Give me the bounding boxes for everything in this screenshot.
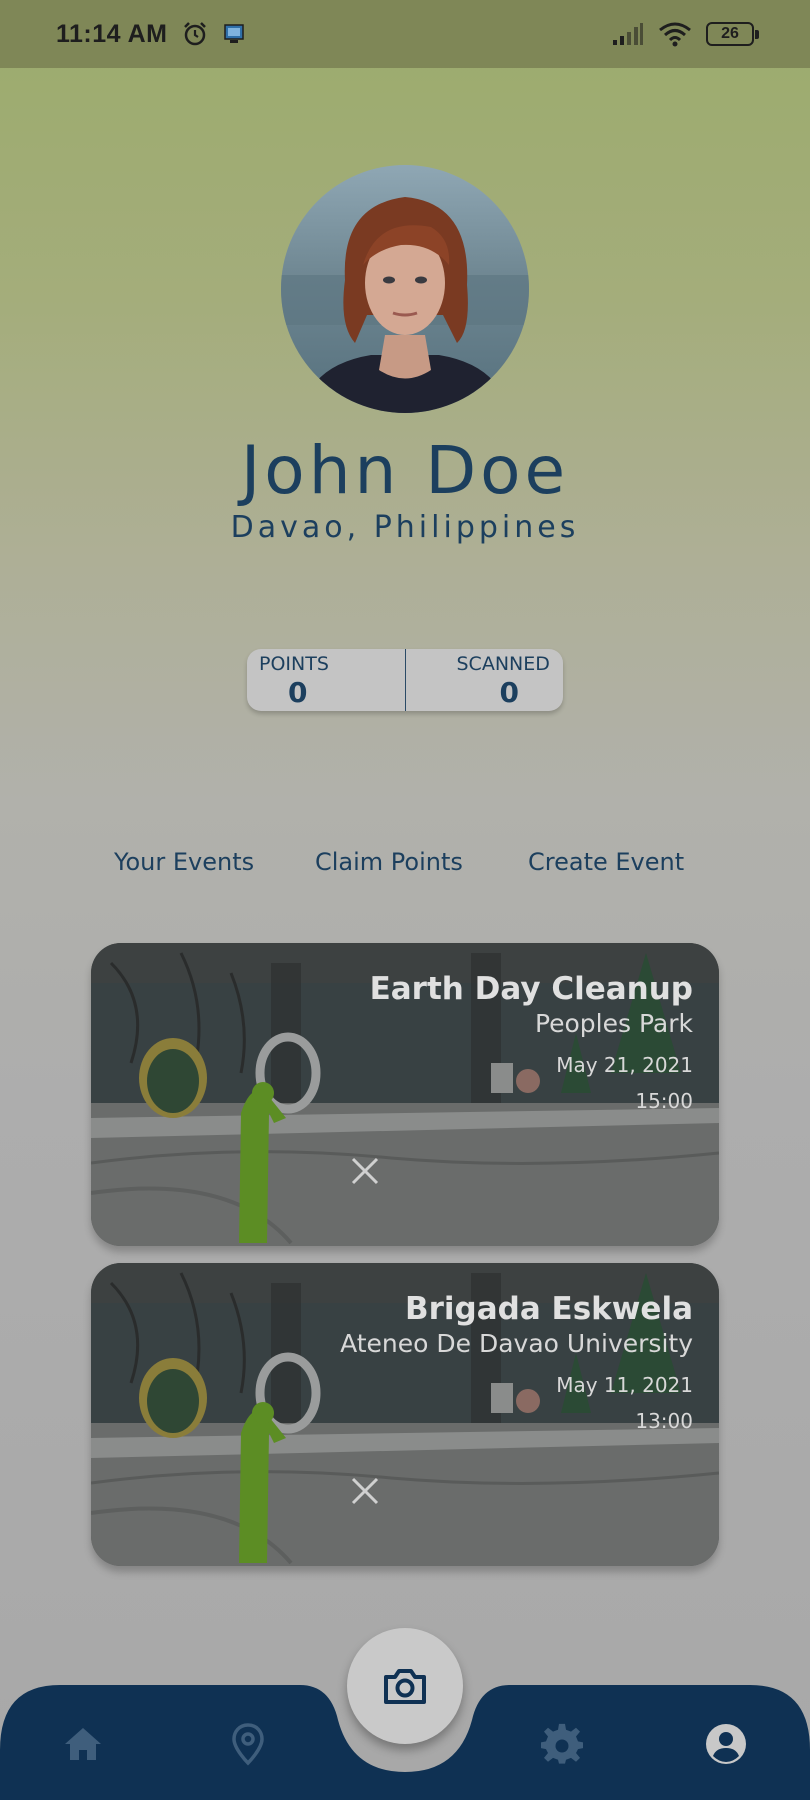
- wifi-icon: [659, 22, 691, 47]
- event-time: 13:00: [635, 1409, 693, 1433]
- home-icon[interactable]: [61, 1722, 105, 1766]
- status-bar: 11:14 AM 26: [0, 0, 810, 68]
- points-stat: POINTS 0: [247, 649, 405, 711]
- profile-avatar: [281, 165, 529, 413]
- status-left: 11:14 AM: [56, 20, 245, 49]
- event-card[interactable]: Brigada Eskwela Ateneo De Davao Universi…: [91, 1263, 719, 1566]
- points-label: POINTS: [259, 653, 329, 675]
- profile-location: Davao, Philippines: [230, 510, 580, 545]
- event-card[interactable]: Earth Day Cleanup Peoples Park May 21, 2…: [91, 943, 719, 1246]
- claim-points-link[interactable]: Claim Points: [315, 848, 463, 876]
- status-time: 11:14 AM: [56, 19, 168, 48]
- profile-links: Your Events Claim Points Create Event: [0, 848, 810, 888]
- status-right: 26: [612, 21, 759, 47]
- stats-card: POINTS 0 SCANNED 0: [247, 649, 563, 711]
- gear-icon[interactable]: [540, 1722, 584, 1766]
- notification-app-icon: [224, 24, 245, 43]
- event-place: Peoples Park: [534, 1009, 693, 1038]
- camera-button[interactable]: [347, 1628, 463, 1744]
- create-event-link[interactable]: Create Event: [528, 848, 684, 876]
- event-place: Ateneo De Davao University: [340, 1329, 693, 1358]
- close-icon[interactable]: [347, 1153, 383, 1189]
- points-value: 0: [288, 676, 308, 709]
- location-pin-icon[interactable]: [226, 1722, 270, 1766]
- event-title: Brigada Eskwela: [404, 1291, 693, 1327]
- event-time: 15:00: [635, 1089, 693, 1113]
- event-date: May 11, 2021: [556, 1373, 693, 1397]
- close-icon[interactable]: [347, 1473, 383, 1509]
- camera-icon: [384, 1669, 426, 1704]
- battery-level: 26: [721, 25, 739, 42]
- scanned-value: 0: [499, 676, 519, 709]
- profile-name: John Doe: [240, 432, 570, 509]
- event-date: May 21, 2021: [556, 1053, 693, 1077]
- signal-icon: [613, 23, 643, 45]
- your-events-link[interactable]: Your Events: [114, 848, 254, 876]
- account-icon[interactable]: [704, 1722, 748, 1766]
- scanned-stat: SCANNED 0: [404, 649, 564, 711]
- scanned-label: SCANNED: [456, 653, 550, 675]
- battery-icon: 26: [706, 22, 759, 46]
- alarm-icon: [184, 22, 207, 46]
- event-title: Earth Day Cleanup: [369, 971, 693, 1007]
